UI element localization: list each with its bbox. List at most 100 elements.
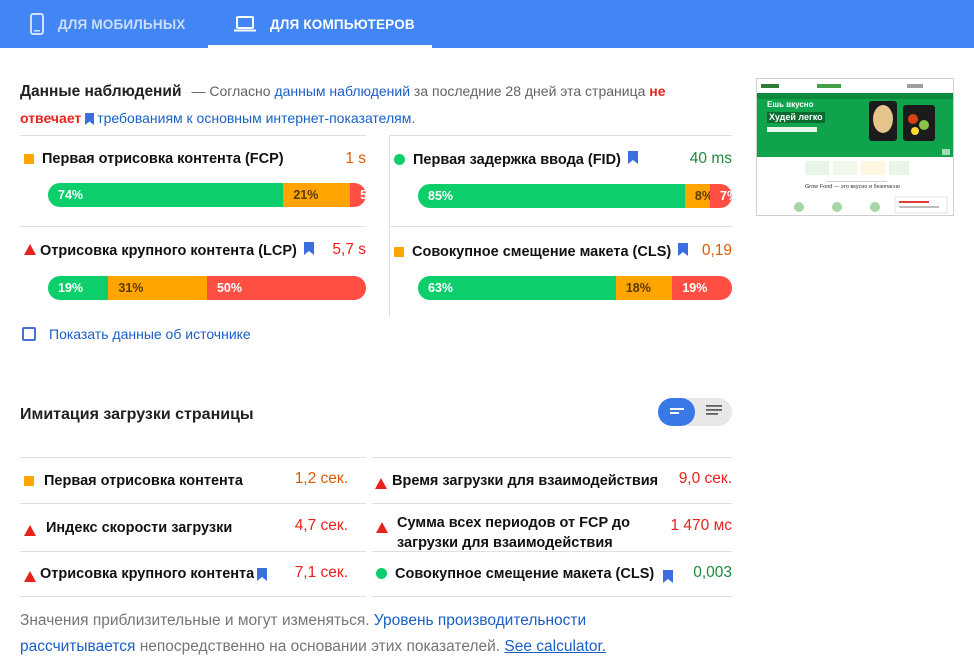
good-segment: 19% — [48, 276, 109, 300]
field-data-summary: Данные наблюдений — Согласно данным наблю… — [20, 78, 720, 133]
red-triangle-icon — [376, 519, 388, 539]
divider — [389, 135, 390, 317]
good-segment: 85% — [418, 184, 685, 208]
green-circle-icon — [376, 568, 387, 579]
metric-label: Совокупное смещение макета (CLS) — [412, 243, 672, 260]
report-tab-bar: ДЛЯ МОБИЛЬНЫХ ДЛЯ КОМПЬЮТЕРОВ — [0, 0, 974, 48]
bookmark-icon — [678, 243, 689, 260]
compact-view-button[interactable] — [658, 398, 695, 426]
lab-tti-title: Время загрузки для взаимодействия — [375, 471, 658, 495]
divider — [20, 135, 366, 136]
metric-label: Сумма всех периодов от FCP до загрузки д… — [397, 515, 630, 551]
fid-distribution-bar: 85%8%7% — [418, 184, 732, 208]
green-circle-icon — [394, 154, 405, 165]
metric-fid-value: 40 ms — [689, 150, 732, 167]
tab-desktop-label: ДЛЯ КОМПЬЮТЕРОВ — [270, 16, 415, 32]
divider — [372, 457, 732, 458]
lab-fcp-title: Первая отрисовка контента — [24, 471, 243, 491]
divider — [20, 596, 366, 597]
tab-mobile-label: ДЛЯ МОБИЛЬНЫХ — [58, 16, 186, 32]
see-calculator-link[interactable]: See calculator. — [504, 638, 606, 655]
metric-label: Время загрузки для взаимодействия — [392, 473, 659, 489]
lab-tbt-title: Сумма всех периодов от FCP до загрузки д… — [376, 513, 636, 553]
metric-label: Совокупное смещение макета (CLS) — [395, 566, 655, 582]
divider — [20, 551, 366, 552]
bookmark-icon — [303, 242, 314, 259]
summary-end: . — [411, 110, 416, 126]
bookmark-icon — [627, 151, 638, 168]
footnote: Значения приблизительные и могут изменят… — [20, 608, 660, 660]
metric-label: Первая отрисовка контента (FCP) — [42, 151, 284, 167]
divider — [390, 226, 732, 227]
metric-label: Отрисовка крупного контента (LCP) — [40, 242, 297, 259]
metric-fcp-title: Первая отрисовка контента (FCP) — [24, 151, 284, 167]
orange-square-icon — [394, 246, 404, 257]
metric-label: Отрисовка крупного контента — [40, 566, 255, 582]
field-data-title: Данные наблюдений — [20, 83, 182, 100]
lab-cls-title: Совокупное смещение макета (CLS) — [376, 564, 674, 589]
short-lines-icon — [669, 403, 685, 421]
metric-fid-title: Первая задержка ввода (FID) — [394, 151, 638, 168]
thumb-promo-line1: Ешь вкусно — [767, 100, 814, 109]
bookmark-icon — [663, 569, 674, 589]
view-toggle — [658, 398, 732, 426]
footnote-text: Значения приблизительные и могут изменят… — [20, 612, 374, 629]
origin-toggle-label: Показать данные об источнике — [49, 326, 251, 342]
divider — [390, 135, 732, 136]
divider — [372, 503, 732, 504]
smartphone-icon — [30, 13, 44, 35]
tab-desktop[interactable]: ДЛЯ КОМПЬЮТЕРОВ — [234, 0, 415, 48]
thumb-caption: Grow Food — это вкусно и безопасно — [805, 184, 900, 190]
summary-mid: за последние 28 дней эта страница — [410, 83, 650, 99]
poor-segment: 50% — [206, 276, 366, 300]
metric-fcp-value: 1 s — [345, 150, 366, 167]
page-screenshot-thumbnail: Ешь вкусно Худей легко Grow Food — это в… — [756, 78, 954, 216]
cls-distribution-bar: 63% 18% 19% — [418, 276, 732, 300]
metric-lcp-value: 5,7 s — [332, 241, 366, 258]
metric-cls-title: Совокупное смещение макета (CLS) — [394, 243, 689, 260]
summary-prefix: — Согласно — [191, 83, 275, 99]
bookmark-icon — [257, 567, 268, 587]
bookmark-icon — [85, 107, 95, 133]
metric-cls-value: 0,19 — [701, 242, 732, 259]
divider — [20, 457, 366, 458]
fcp-distribution-bar: 74%21%5% — [48, 183, 366, 207]
show-origin-data-toggle[interactable]: Показать данные об источнике — [22, 326, 251, 342]
metric-lcp-title: Отрисовка крупного контента (LCP) — [24, 242, 314, 259]
good-segment: 63% — [418, 276, 616, 300]
lab-speed-index-value: 4,7 сек. — [294, 517, 348, 534]
lab-tti-value: 9,0 сек. — [678, 470, 732, 487]
lab-lcp-value: 7,1 сек. — [294, 564, 348, 581]
red-triangle-icon — [24, 243, 36, 259]
lab-fcp-value: 1,2 сек. — [294, 470, 348, 487]
red-triangle-icon — [375, 475, 387, 495]
orange-square-icon — [24, 154, 34, 164]
active-tab-indicator — [208, 45, 432, 48]
needs-improvement-segment: 18% — [615, 276, 673, 300]
list-lines-icon — [705, 403, 723, 421]
field-data-link[interactable]: данным наблюдений — [274, 83, 410, 99]
metric-label: Индекс скорости загрузки — [46, 520, 233, 536]
tab-mobile[interactable]: ДЛЯ МОБИЛЬНЫХ — [30, 0, 185, 48]
red-triangle-icon — [24, 568, 36, 588]
lcp-distribution-bar: 19% 31% 50% — [48, 276, 366, 300]
core-web-vitals-link[interactable]: требованиям к основным интернет-показате… — [97, 110, 411, 126]
needs-improvement-segment: 21% — [283, 183, 351, 207]
laptop-icon — [234, 16, 256, 32]
lab-lcp-title: Отрисовка крупного контента — [24, 564, 268, 588]
good-segment: 74% — [48, 183, 284, 207]
thumb-promo-line2: Худей легко — [767, 112, 825, 123]
metric-label: Первая задержка ввода (FID) — [413, 151, 621, 168]
origin-checkbox[interactable] — [22, 327, 36, 341]
needs-improvement-segment: 8% — [684, 184, 713, 208]
expanded-view-button[interactable] — [695, 398, 732, 426]
divider — [20, 226, 366, 227]
footnote-text: непосредственно на основании этих показа… — [135, 638, 505, 655]
needs-improvement-segment: 31% — [108, 276, 207, 300]
lab-speed-index-title: Индекс скорости загрузки — [24, 518, 232, 542]
poor-segment: 7% — [710, 184, 732, 208]
poor-segment: 5% — [350, 183, 366, 207]
orange-square-icon — [24, 476, 34, 486]
red-triangle-icon — [24, 522, 36, 542]
lab-tbt-value: 1 470 мс — [670, 517, 732, 534]
